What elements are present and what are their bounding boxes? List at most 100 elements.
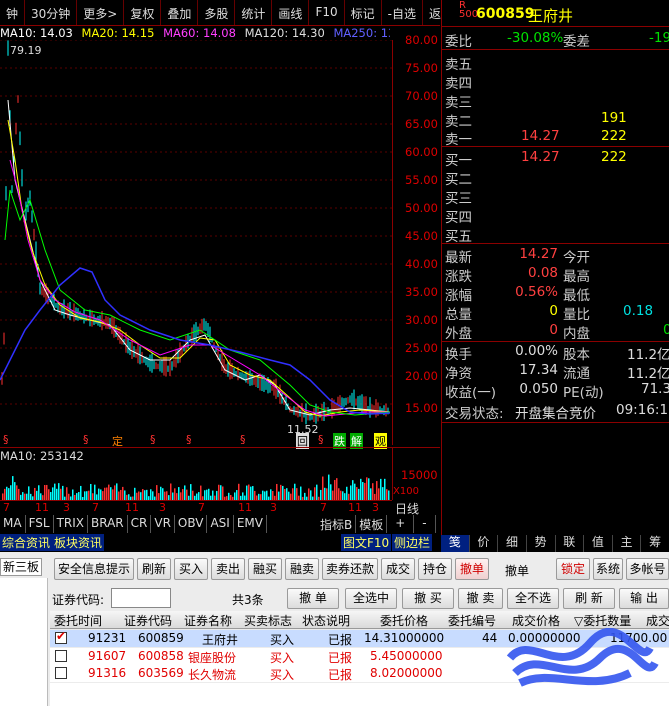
row-checkbox[interactable]: ✔ [55, 629, 67, 644]
event-marker[interactable]: § [186, 433, 192, 446]
toolbar-minute[interactable]: 钟 [0, 0, 26, 25]
bid-row[interactable]: 买三 [445, 187, 669, 207]
bid-row[interactable]: 买二 [445, 168, 669, 188]
volume-chart[interactable] [0, 462, 392, 500]
zoom-in-button[interactable]: + [387, 515, 415, 533]
ask-row[interactable]: 卖四 [445, 72, 669, 92]
col-header[interactable]: 委托时间 [54, 612, 102, 629]
tab-neeq[interactable]: 新三板 [0, 558, 42, 576]
tab-asi[interactable]: ASI [207, 515, 234, 533]
volume-bar [60, 488, 62, 500]
event-marker[interactable]: § [318, 433, 324, 446]
col-header[interactable]: ▽委托数量 [574, 612, 631, 629]
multi-account-button[interactable]: 多帐号 [626, 558, 669, 580]
kline-chart[interactable]: 79.19 11.52 [0, 40, 392, 445]
refresh-list-button[interactable]: 刷 新 [563, 588, 615, 609]
col-header[interactable]: 委托编号 [448, 612, 496, 629]
volume-bar [346, 486, 348, 500]
buy-button[interactable]: 买入 [174, 558, 208, 580]
volume-bar [246, 485, 248, 500]
bid-row[interactable]: 买五 [445, 225, 669, 245]
export-button[interactable]: 输 出 [619, 588, 669, 609]
tab-emv[interactable]: EMV [233, 515, 267, 533]
side-tab[interactable]: 值 [584, 533, 613, 552]
side-tab[interactable]: 联 [556, 533, 585, 552]
row-checkbox[interactable] [55, 650, 67, 662]
deals-button[interactable]: 成交 [381, 558, 415, 580]
side-tab[interactable]: 主 [613, 533, 642, 552]
ask-row[interactable]: 卖一 14.27 222 [445, 128, 669, 148]
volume-bar [146, 489, 148, 500]
side-tab[interactable]: 势 [527, 533, 556, 552]
event-marker[interactable]: § [240, 433, 246, 446]
toolbar-f10[interactable]: F10 [309, 0, 345, 25]
tab-indicator-b[interactable]: 指标B [316, 515, 357, 533]
side-tab[interactable]: 笺 [441, 533, 470, 552]
side-tab[interactable]: 筹 [641, 533, 669, 552]
tab-ma[interactable]: MA [0, 515, 26, 533]
margin-buy-button[interactable]: 融买 [248, 558, 282, 580]
volume-divider [0, 447, 440, 448]
sell-repay-button[interactable]: 卖券还款 [322, 558, 378, 580]
volume-bar [8, 488, 10, 500]
tab-sidebar[interactable]: 侧边栏 [392, 534, 433, 551]
tab-trix[interactable]: TRIX [53, 515, 88, 533]
toolbar-more[interactable]: 更多> [77, 0, 125, 25]
ask-row[interactable]: 卖五 [445, 53, 669, 73]
tab-news[interactable]: 综合资讯 [0, 534, 53, 551]
security-info-button[interactable]: 安全信息提示 [54, 558, 134, 580]
cancel-button[interactable]: 撤 单 [287, 588, 339, 609]
volume-bar [14, 482, 16, 500]
tab-fsl[interactable]: FSL [25, 515, 54, 533]
tab-f10[interactable]: 图文F10 [341, 534, 392, 551]
volume-bar [198, 492, 200, 500]
toolbar-mark[interactable]: 标记 [345, 0, 382, 25]
refresh-button[interactable]: 刷新 [137, 558, 171, 580]
event-marker[interactable]: § [83, 433, 89, 446]
toolbar-multi[interactable]: 多股 [198, 0, 236, 25]
tab-obv[interactable]: OBV [174, 515, 208, 533]
col-header[interactable]: 成交价格 [512, 612, 560, 629]
col-header[interactable]: 证券代码 [124, 612, 172, 629]
volume-bar [300, 486, 302, 500]
row-checkbox[interactable] [55, 667, 67, 679]
toolbar-overlay[interactable]: 叠加 [161, 0, 199, 25]
bid-row[interactable]: 买四 [445, 206, 669, 226]
col-header[interactable]: 成交 [646, 612, 669, 629]
tab-brar[interactable]: BRAR [88, 515, 128, 533]
zoom-out-button[interactable]: - [414, 515, 436, 533]
tab-template[interactable]: 模板 [356, 515, 388, 533]
side-tab[interactable]: 细 [498, 533, 527, 552]
toolbar-draw[interactable]: 画线 [272, 0, 310, 25]
cancel-buy-button[interactable]: 撤 买 [402, 588, 454, 609]
toolbar-30min[interactable]: 30分钟 [25, 0, 78, 25]
positions-button[interactable]: 持仓 [418, 558, 452, 580]
system-button[interactable]: 系统 [593, 558, 623, 580]
margin-sell-button[interactable]: 融卖 [285, 558, 319, 580]
code-input[interactable] [111, 588, 171, 608]
tab-vr[interactable]: VR [151, 515, 175, 533]
lock-button[interactable]: 锁定 [556, 558, 590, 580]
bid-row[interactable]: 买一 14.27 222 [445, 149, 669, 169]
deselect-all-button[interactable]: 全不选 [507, 588, 559, 609]
event-marker[interactable]: § [3, 433, 9, 446]
col-header[interactable]: 状态说明 [302, 612, 350, 629]
ask-row[interactable]: 卖三 [445, 91, 669, 111]
toolbar-stats[interactable]: 统计 [235, 0, 273, 25]
select-all-button[interactable]: 全选中 [345, 588, 397, 609]
toolbar-fuquan[interactable]: 复权 [124, 0, 162, 25]
high-price-label: 79.19 [10, 44, 42, 57]
event-marker[interactable]: § [150, 433, 156, 446]
tab-sector-news[interactable]: 板块资讯 [52, 534, 105, 551]
col-header[interactable]: 买卖标志 [244, 612, 292, 629]
tab-cr[interactable]: CR [127, 515, 152, 533]
ask-row[interactable]: 卖二 191 [445, 110, 669, 130]
toolbar-watchlist[interactable]: -自选 [382, 0, 423, 25]
col-header[interactable]: 证券名称 [184, 612, 232, 629]
sell-button[interactable]: 卖出 [211, 558, 245, 580]
cancel-sell-button[interactable]: 撤 卖 [458, 588, 503, 609]
volume-bar [98, 488, 100, 500]
cancel-order-tab[interactable]: 撤单 [455, 558, 489, 580]
side-tab[interactable]: 价 [470, 533, 499, 552]
col-header[interactable]: 委托价格 [380, 612, 428, 629]
